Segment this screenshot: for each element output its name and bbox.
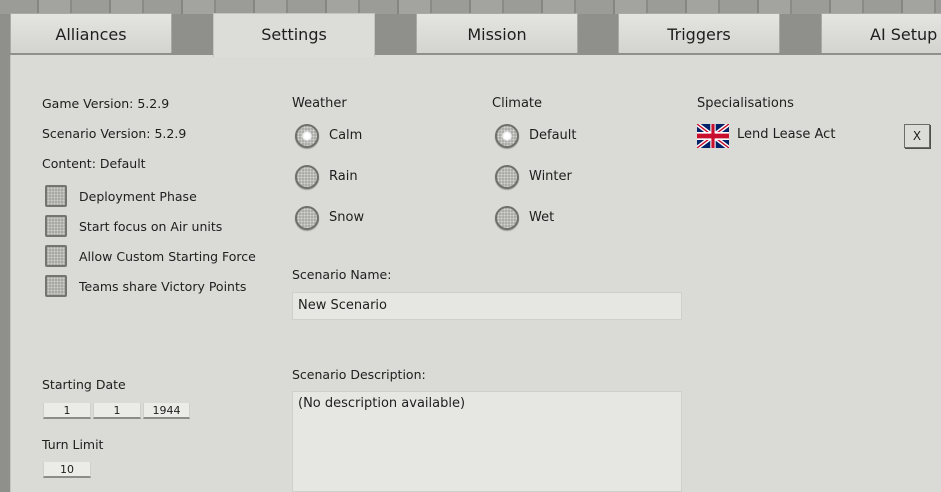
scenario-version-label: Scenario Version: 5.2.9 (42, 126, 187, 141)
weather-title: Weather (292, 96, 347, 111)
start-focus-air-checkbox[interactable] (45, 215, 67, 237)
weather-calm-radio[interactable] (295, 124, 319, 148)
union-jack-flag-icon (697, 124, 729, 148)
weather-rain-radio[interactable] (295, 165, 319, 189)
specialisations-title: Specialisations (697, 96, 794, 111)
weather-snow-radio[interactable] (295, 206, 319, 230)
starting-date-label: Starting Date (42, 377, 126, 392)
climate-wet-radio[interactable] (495, 206, 519, 230)
climate-winter-label: Winter (529, 169, 572, 184)
climate-title: Climate (492, 96, 543, 111)
starting-year-input[interactable]: 1944 (143, 403, 190, 419)
climate-winter-radio[interactable] (495, 165, 519, 189)
deployment-phase-checkbox[interactable] (45, 185, 67, 207)
specialisation-item-label: Lend Lease Act (737, 127, 836, 142)
weather-snow-label: Snow (329, 210, 365, 225)
game-version-label: Game Version: 5.2.9 (42, 96, 170, 111)
climate-default-label: Default (529, 128, 577, 143)
scenario-description-label: Scenario Description: (292, 367, 426, 382)
weather-rain-label: Rain (329, 169, 358, 184)
content-label: Content: Default (42, 156, 146, 171)
start-focus-air-label: Start focus on Air units (79, 219, 223, 234)
weather-calm-label: Calm (329, 128, 363, 143)
climate-wet-label: Wet (529, 210, 555, 225)
scenario-name-label: Scenario Name: (292, 267, 392, 282)
deployment-phase-label: Deployment Phase (79, 189, 197, 204)
turn-limit-input[interactable]: 10 (43, 462, 91, 478)
share-victory-points-checkbox[interactable] (45, 275, 67, 297)
starting-day-input[interactable]: 1 (43, 403, 91, 419)
share-victory-points-label: Teams share Victory Points (79, 279, 247, 294)
scenario-description-textarea[interactable]: (No description available) (292, 391, 682, 492)
starting-month-input[interactable]: 1 (93, 403, 141, 419)
custom-starting-force-label: Allow Custom Starting Force (79, 249, 256, 264)
remove-specialisation-button[interactable]: X (904, 124, 930, 148)
turn-limit-label: Turn Limit (42, 437, 104, 452)
climate-default-radio[interactable] (495, 124, 519, 148)
scenario-name-input[interactable]: New Scenario (292, 292, 682, 320)
custom-starting-force-checkbox[interactable] (45, 245, 67, 267)
